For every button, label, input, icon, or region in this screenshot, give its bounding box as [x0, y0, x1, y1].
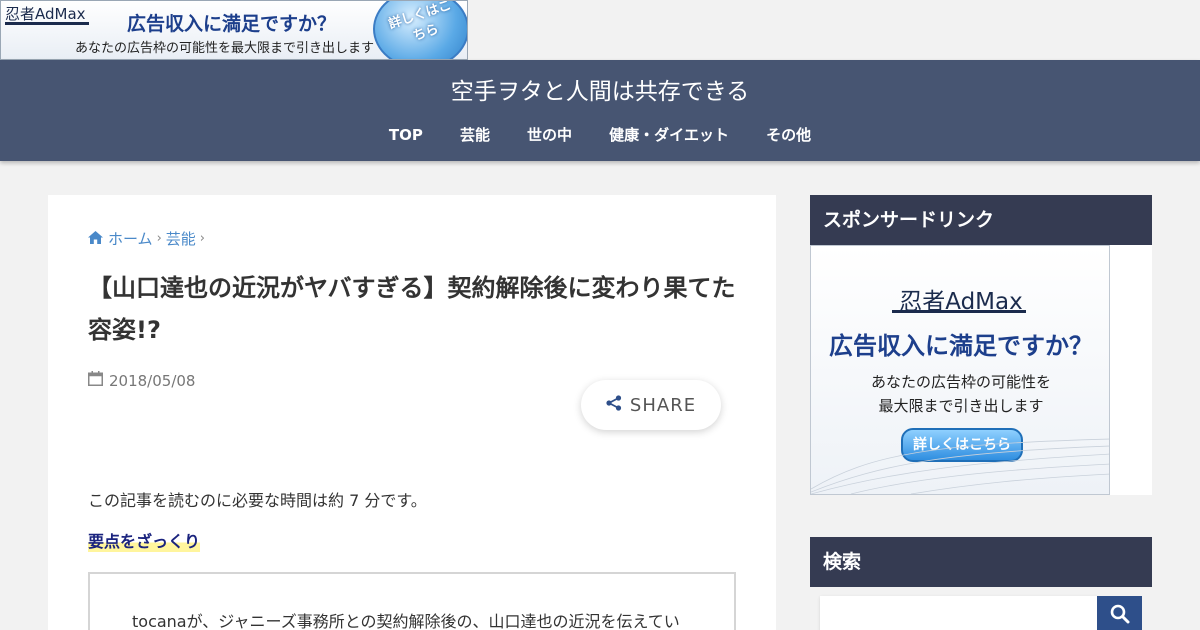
- sidebar-ad-mesh-decoration: [811, 438, 1109, 494]
- sidebar-ad-subline: あなたの広告枠の可能性を 最大限まで引き出します: [811, 370, 1109, 418]
- breadcrumb: ホーム › 芸能 ›: [88, 228, 209, 249]
- nav-item-top[interactable]: TOP: [389, 126, 423, 144]
- share-button[interactable]: SHARE: [581, 380, 721, 430]
- summary-heading: 要点をざっくり: [88, 528, 201, 552]
- breadcrumb-home[interactable]: ホーム: [108, 228, 153, 249]
- article-card: ホーム › 芸能 › 【山口達也の近況がヤバすぎる】契約解除後に変わり果てた容姿…: [48, 195, 776, 630]
- sidebar-ad-subline-2: 最大限まで引き出します: [878, 397, 1044, 415]
- article-title: 【山口達也の近況がヤバすぎる】契約解除後に変わり果てた容姿!?: [88, 274, 736, 344]
- summary-list: tocanaが、ジャニーズ事務所との契約解除後の、山口達也の近況を伝えてい: [132, 608, 734, 630]
- sidebar-ad-headline: 広告収入に満足ですか？: [829, 332, 1093, 360]
- post-date-text: 2018/05/08: [109, 371, 196, 390]
- top-ad-banner[interactable]: 忍者AdMax 広告収入に満足ですか？ あなたの広告枠の可能性を最大限まで引き出…: [0, 0, 468, 60]
- ad-headline: 広告収入に満足ですか？: [127, 13, 337, 35]
- nav-item-society[interactable]: 世の中: [527, 124, 572, 145]
- summary-box: tocanaが、ジャニーズ事務所との契約解除後の、山口達也の近況を伝えてい: [88, 572, 736, 630]
- chevron-right-icon: ›: [156, 231, 162, 246]
- share-icon: [606, 395, 622, 415]
- ad-subline: あなたの広告枠の可能性を最大限まで引き出します: [75, 41, 375, 56]
- nav-item-entertainment[interactable]: 芸能: [460, 124, 490, 145]
- site-header: 空手ヲタと人間は共存できる TOP 芸能 世の中 健康・ダイエット その他: [0, 60, 1200, 161]
- nav-item-other[interactable]: その他: [766, 124, 811, 145]
- breadcrumb-category[interactable]: 芸能: [166, 228, 196, 249]
- search-input[interactable]: [820, 596, 1098, 630]
- sidebar-ad-logo-underline: [892, 310, 1026, 313]
- main-nav: TOP 芸能 世の中 健康・ダイエット その他: [0, 124, 1200, 145]
- reading-time-text: この記事を読むのに必要な時間は約 7 分です。: [88, 491, 427, 510]
- sidebar-ad-banner[interactable]: 忍者AdMax 広告収入に満足ですか？ あなたの広告枠の可能性を 最大限まで引き…: [810, 245, 1110, 495]
- search-button[interactable]: [1097, 596, 1142, 630]
- summary-item: tocanaが、ジャニーズ事務所との契約解除後の、山口達也の近況を伝えてい: [132, 608, 712, 630]
- ad-logo: 忍者AdMax: [5, 5, 86, 23]
- calendar-icon: [88, 371, 103, 390]
- ad-logo-underline: [5, 22, 89, 25]
- home-icon: [88, 230, 103, 248]
- share-label: SHARE: [629, 394, 697, 416]
- site-title[interactable]: 空手ヲタと人間は共存できる: [0, 72, 1200, 106]
- sidebar-ad-container: 忍者AdMax 広告収入に満足ですか？ あなたの広告枠の可能性を 最大限まで引き…: [810, 245, 1152, 495]
- search-widget: [810, 587, 1152, 630]
- search-heading: 検索: [810, 537, 1152, 587]
- nav-item-health-diet[interactable]: 健康・ダイエット: [609, 124, 729, 145]
- sponsor-heading: スポンサードリンク: [810, 195, 1152, 245]
- search-icon: [1110, 604, 1130, 628]
- chevron-right-icon: ›: [199, 231, 205, 246]
- post-date: 2018/05/08: [88, 371, 195, 390]
- sidebar-ad-subline-1: あなたの広告枠の可能性を: [870, 373, 1051, 391]
